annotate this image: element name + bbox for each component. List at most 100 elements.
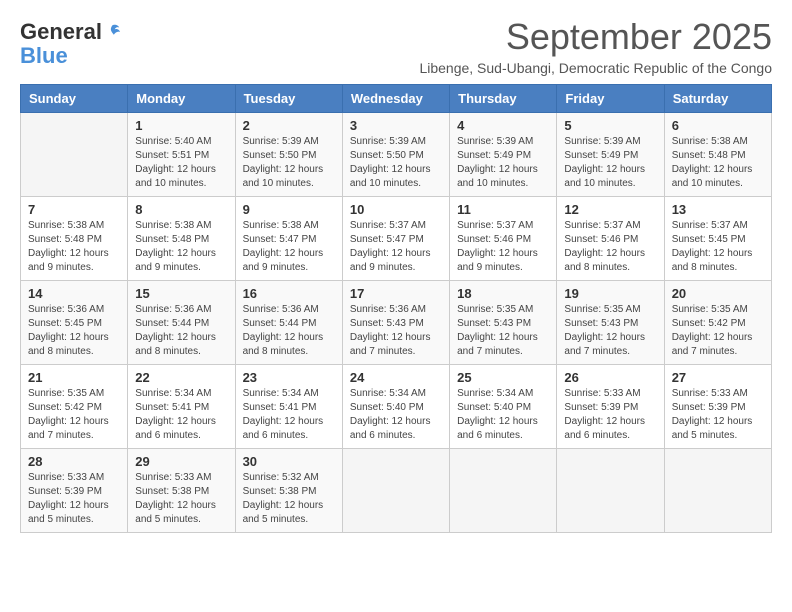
day-cell: 22Sunrise: 5:34 AM Sunset: 5:41 PM Dayli… <box>128 365 235 449</box>
day-number: 22 <box>135 370 227 385</box>
day-cell: 3 Sunrise: 5:39 AM Sunset: 5:50 PM Daylig… <box>342 113 449 197</box>
day-number: 3 <box>350 118 442 133</box>
day-cell: 1 Sunrise: 5:40 AM Sunset: 5:51 PM Daylig… <box>128 113 235 197</box>
day-info: Sunrise: 5:33 AM Sunset: 5:38 PM Dayligh… <box>135 471 227 527</box>
day-cell: 5 Sunrise: 5:39 AM Sunset: 5:49 PM Daylig… <box>557 113 664 197</box>
day-number: 12 <box>564 202 656 217</box>
day-number: 7 <box>28 202 120 217</box>
day-number: 11 <box>457 202 549 217</box>
day-cell <box>557 449 664 533</box>
day-cell: 2 Sunrise: 5:39 AM Sunset: 5:50 PM Daylig… <box>235 113 342 197</box>
day-cell: 30 Sunrise: 5:32 AM Sunset: 5:38 PM Dayli… <box>235 449 342 533</box>
day-info: Sunrise: 5:34 AM Sunset: 5:41 PM Dayligh… <box>243 387 335 443</box>
logo-text-line2: Blue <box>20 43 68 68</box>
day-info: Sunrise: 5:39 AM Sunset: 5:50 PM Dayligh… <box>350 135 442 191</box>
day-number: 16 <box>243 286 335 301</box>
day-cell: 4Sunrise: 5:39 AM Sunset: 5:49 PM Daylig… <box>450 113 557 197</box>
day-number: 5 <box>564 118 656 133</box>
day-number: 27 <box>672 370 764 385</box>
day-cell <box>21 113 128 197</box>
day-cell: 8Sunrise: 5:38 AM Sunset: 5:48 PM Daylig… <box>128 197 235 281</box>
day-info: Sunrise: 5:35 AM Sunset: 5:42 PM Dayligh… <box>28 387 120 443</box>
week-row-4: 21 Sunrise: 5:35 AM Sunset: 5:42 PM Dayli… <box>21 365 772 449</box>
day-number: 28 <box>28 454 120 469</box>
week-row-1: 1 Sunrise: 5:40 AM Sunset: 5:51 PM Daylig… <box>21 113 772 197</box>
header-cell-sunday: Sunday <box>21 85 128 113</box>
day-number: 8 <box>135 202 227 217</box>
day-cell: 26Sunrise: 5:33 AM Sunset: 5:39 PM Dayli… <box>557 365 664 449</box>
day-cell: 23 Sunrise: 5:34 AM Sunset: 5:41 PM Dayli… <box>235 365 342 449</box>
day-number: 18 <box>457 286 549 301</box>
day-cell: 10 Sunrise: 5:37 AM Sunset: 5:47 PM Dayli… <box>342 197 449 281</box>
day-number: 30 <box>243 454 335 469</box>
day-cell: 13 Sunrise: 5:37 AM Sunset: 5:45 PM Dayli… <box>664 197 771 281</box>
day-number: 17 <box>350 286 442 301</box>
day-cell: 11 Sunrise: 5:37 AM Sunset: 5:46 PM Dayli… <box>450 197 557 281</box>
header-cell-wednesday: Wednesday <box>342 85 449 113</box>
day-info: Sunrise: 5:33 AM Sunset: 5:39 PM Dayligh… <box>28 471 120 527</box>
header-cell-tuesday: Tuesday <box>235 85 342 113</box>
day-info: Sunrise: 5:39 AM Sunset: 5:49 PM Dayligh… <box>564 135 656 191</box>
day-number: 19 <box>564 286 656 301</box>
day-info: Sunrise: 5:33 AM Sunset: 5:39 PM Dayligh… <box>672 387 764 443</box>
day-number: 2 <box>243 118 335 133</box>
day-number: 1 <box>135 118 227 133</box>
day-cell: 25 Sunrise: 5:34 AM Sunset: 5:40 PM Dayli… <box>450 365 557 449</box>
day-number: 24 <box>350 370 442 385</box>
day-cell: 19 Sunrise: 5:35 AM Sunset: 5:43 PM Dayli… <box>557 281 664 365</box>
day-cell: 27 Sunrise: 5:33 AM Sunset: 5:39 PM Dayli… <box>664 365 771 449</box>
day-cell: 7Sunrise: 5:38 AM Sunset: 5:48 PM Daylig… <box>21 197 128 281</box>
day-number: 21 <box>28 370 120 385</box>
day-cell: 16Sunrise: 5:36 AM Sunset: 5:44 PM Dayli… <box>235 281 342 365</box>
day-info: Sunrise: 5:39 AM Sunset: 5:50 PM Dayligh… <box>243 135 335 191</box>
day-cell: 18 Sunrise: 5:35 AM Sunset: 5:43 PM Dayli… <box>450 281 557 365</box>
header-cell-monday: Monday <box>128 85 235 113</box>
day-cell: 6 Sunrise: 5:38 AM Sunset: 5:48 PM Daylig… <box>664 113 771 197</box>
week-row-3: 14Sunrise: 5:36 AM Sunset: 5:45 PM Dayli… <box>21 281 772 365</box>
day-info: Sunrise: 5:35 AM Sunset: 5:43 PM Dayligh… <box>564 303 656 359</box>
header-cell-thursday: Thursday <box>450 85 557 113</box>
day-info: Sunrise: 5:35 AM Sunset: 5:43 PM Dayligh… <box>457 303 549 359</box>
day-info: Sunrise: 5:34 AM Sunset: 5:40 PM Dayligh… <box>350 387 442 443</box>
day-cell: 17 Sunrise: 5:36 AM Sunset: 5:43 PM Dayli… <box>342 281 449 365</box>
day-info: Sunrise: 5:40 AM Sunset: 5:51 PM Dayligh… <box>135 135 227 191</box>
header-cell-friday: Friday <box>557 85 664 113</box>
header-row: SundayMondayTuesdayWednesdayThursdayFrid… <box>21 85 772 113</box>
day-info: Sunrise: 5:37 AM Sunset: 5:47 PM Dayligh… <box>350 219 442 275</box>
header: General Blue September 2025 Libenge, Sud… <box>20 16 772 76</box>
day-info: Sunrise: 5:37 AM Sunset: 5:46 PM Dayligh… <box>564 219 656 275</box>
day-info: Sunrise: 5:36 AM Sunset: 5:44 PM Dayligh… <box>135 303 227 359</box>
day-info: Sunrise: 5:36 AM Sunset: 5:43 PM Dayligh… <box>350 303 442 359</box>
day-number: 15 <box>135 286 227 301</box>
day-info: Sunrise: 5:38 AM Sunset: 5:48 PM Dayligh… <box>672 135 764 191</box>
day-number: 25 <box>457 370 549 385</box>
day-info: Sunrise: 5:34 AM Sunset: 5:40 PM Dayligh… <box>457 387 549 443</box>
day-number: 4 <box>457 118 549 133</box>
day-cell <box>664 449 771 533</box>
day-cell: 14Sunrise: 5:36 AM Sunset: 5:45 PM Dayli… <box>21 281 128 365</box>
calendar-header: SundayMondayTuesdayWednesdayThursdayFrid… <box>21 85 772 113</box>
day-info: Sunrise: 5:37 AM Sunset: 5:45 PM Dayligh… <box>672 219 764 275</box>
week-row-5: 28 Sunrise: 5:33 AM Sunset: 5:39 PM Dayli… <box>21 449 772 533</box>
day-number: 26 <box>564 370 656 385</box>
day-info: Sunrise: 5:37 AM Sunset: 5:46 PM Dayligh… <box>457 219 549 275</box>
day-number: 9 <box>243 202 335 217</box>
day-number: 20 <box>672 286 764 301</box>
day-number: 23 <box>243 370 335 385</box>
day-number: 13 <box>672 202 764 217</box>
day-cell: 12 Sunrise: 5:37 AM Sunset: 5:46 PM Dayli… <box>557 197 664 281</box>
day-cell: 9Sunrise: 5:38 AM Sunset: 5:47 PM Daylig… <box>235 197 342 281</box>
calendar-body: 1 Sunrise: 5:40 AM Sunset: 5:51 PM Daylig… <box>21 113 772 533</box>
logo-bird-icon <box>103 23 121 41</box>
day-cell: 24 Sunrise: 5:34 AM Sunset: 5:40 PM Dayli… <box>342 365 449 449</box>
month-title: September 2025 <box>419 16 772 58</box>
day-info: Sunrise: 5:36 AM Sunset: 5:45 PM Dayligh… <box>28 303 120 359</box>
day-cell <box>450 449 557 533</box>
day-info: Sunrise: 5:35 AM Sunset: 5:42 PM Dayligh… <box>672 303 764 359</box>
day-cell: 21 Sunrise: 5:35 AM Sunset: 5:42 PM Dayli… <box>21 365 128 449</box>
title-area: September 2025 Libenge, Sud-Ubangi, Demo… <box>419 16 772 76</box>
day-info: Sunrise: 5:32 AM Sunset: 5:38 PM Dayligh… <box>243 471 335 527</box>
day-number: 6 <box>672 118 764 133</box>
day-cell: 20 Sunrise: 5:35 AM Sunset: 5:42 PM Dayli… <box>664 281 771 365</box>
day-number: 10 <box>350 202 442 217</box>
